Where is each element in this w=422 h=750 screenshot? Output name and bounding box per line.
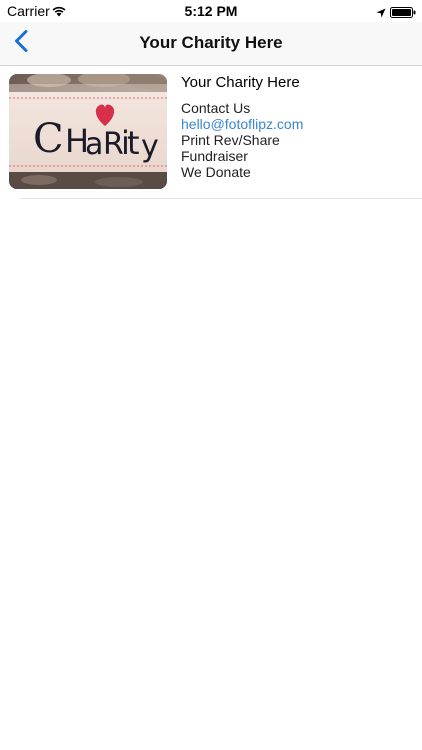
row-divider: [20, 198, 422, 199]
page-title: Your Charity Here: [139, 33, 283, 52]
we-donate-label: We Donate: [181, 164, 251, 180]
email-link[interactable]: hello@fotoflipz.com: [181, 116, 417, 132]
svg-text:t: t: [127, 124, 140, 162]
location-arrow-icon: [376, 5, 386, 23]
fundraiser-label: Fundraiser: [181, 148, 248, 164]
status-time: 5:12 PM: [184, 3, 238, 19]
contact-us-label: Contact Us: [181, 100, 251, 116]
battery-icon: [390, 5, 416, 23]
status-bar: Carrier 5:12 PM: [0, 0, 422, 22]
svg-text:a: a: [85, 127, 103, 162]
svg-text:y: y: [141, 129, 159, 164]
charity-image: C H a R i t y: [9, 74, 167, 189]
navigation-bar: Your Charity Here: [0, 22, 422, 66]
charity-name: Your Charity Here: [181, 74, 300, 91]
print-revshare-label: Print Rev/Share: [181, 132, 280, 148]
charity-details: Your Charity Here Contact Us hello@fotof…: [181, 74, 417, 180]
charity-list-item[interactable]: C H a R i t y Your Charity Here Contact …: [0, 66, 422, 198]
svg-text:C: C: [33, 116, 64, 162]
